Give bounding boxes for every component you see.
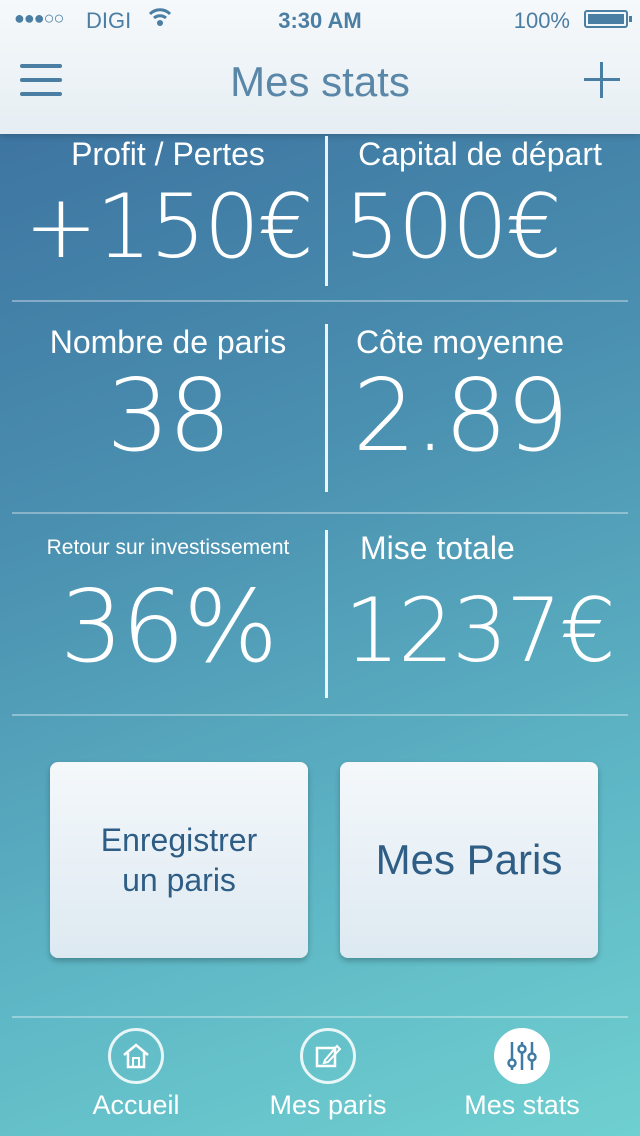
divider [325,324,328,492]
stat-label: Capital de départ [358,136,602,172]
stat-value: 36% [59,568,278,685]
divider [12,512,628,514]
battery-percent: 100% [513,8,570,33]
stat-profit: Profit / Pertes +150€ [12,136,324,278]
sliders-icon [494,1028,550,1084]
stat-value: 2.89 [352,357,570,474]
stat-roi: Retour sur investissement 36% [12,534,324,685]
edit-icon [300,1028,356,1084]
tab-home-label: Accueil [92,1090,180,1120]
add-icon[interactable] [584,62,620,98]
tab-home[interactable]: Accueil [36,1028,236,1121]
tab-my-bets-label: Mes paris [269,1090,387,1120]
stat-label: Nombre de paris [49,324,287,360]
stat-label: Côte moyenne [355,324,565,360]
stat-value: 38 [106,357,231,474]
stat-label: Profit / Pertes [71,136,265,172]
page-title: Mes stats [230,58,410,105]
stat-starting-capital: Capital de départ 500€ [330,136,630,278]
status-bar: ●●●○○ DIGI 3:30 AM 100% [0,0,640,40]
divider [12,714,628,716]
tab-my-bets[interactable]: Mes paris [228,1028,428,1121]
stat-average-odds: Côte moyenne 2.89 [330,324,590,474]
divider [325,530,328,698]
stat-bet-count: Nombre de paris 38 [12,324,324,474]
stat-value: +150€ [24,175,314,278]
tab-bar-divider [12,1016,628,1018]
divider [12,300,628,302]
stat-label: Mise totale [360,530,515,566]
tab-my-stats-label: Mes stats [464,1090,580,1120]
stat-value: 1237€ [344,579,616,682]
register-bet-label-line1: Enregistrer [100,822,258,858]
my-bets-label: Mes Paris [375,836,563,883]
my-bets-button[interactable]: Mes Paris [340,762,598,958]
stat-total-stake: Mise totale 1237€ [330,530,630,682]
divider [325,136,328,286]
register-bet-label-line2: un paris [122,862,236,898]
battery-icon [584,10,632,28]
register-bet-button[interactable]: Enregistrer un paris [50,762,308,958]
tab-my-stats[interactable]: Mes stats [422,1028,622,1121]
top-bar: ●●●○○ DIGI 3:30 AM 100% Mes stats [0,0,640,134]
stat-label: Retour sur investissement [46,536,290,559]
stat-value: 500€ [344,175,562,278]
home-icon [108,1028,164,1084]
